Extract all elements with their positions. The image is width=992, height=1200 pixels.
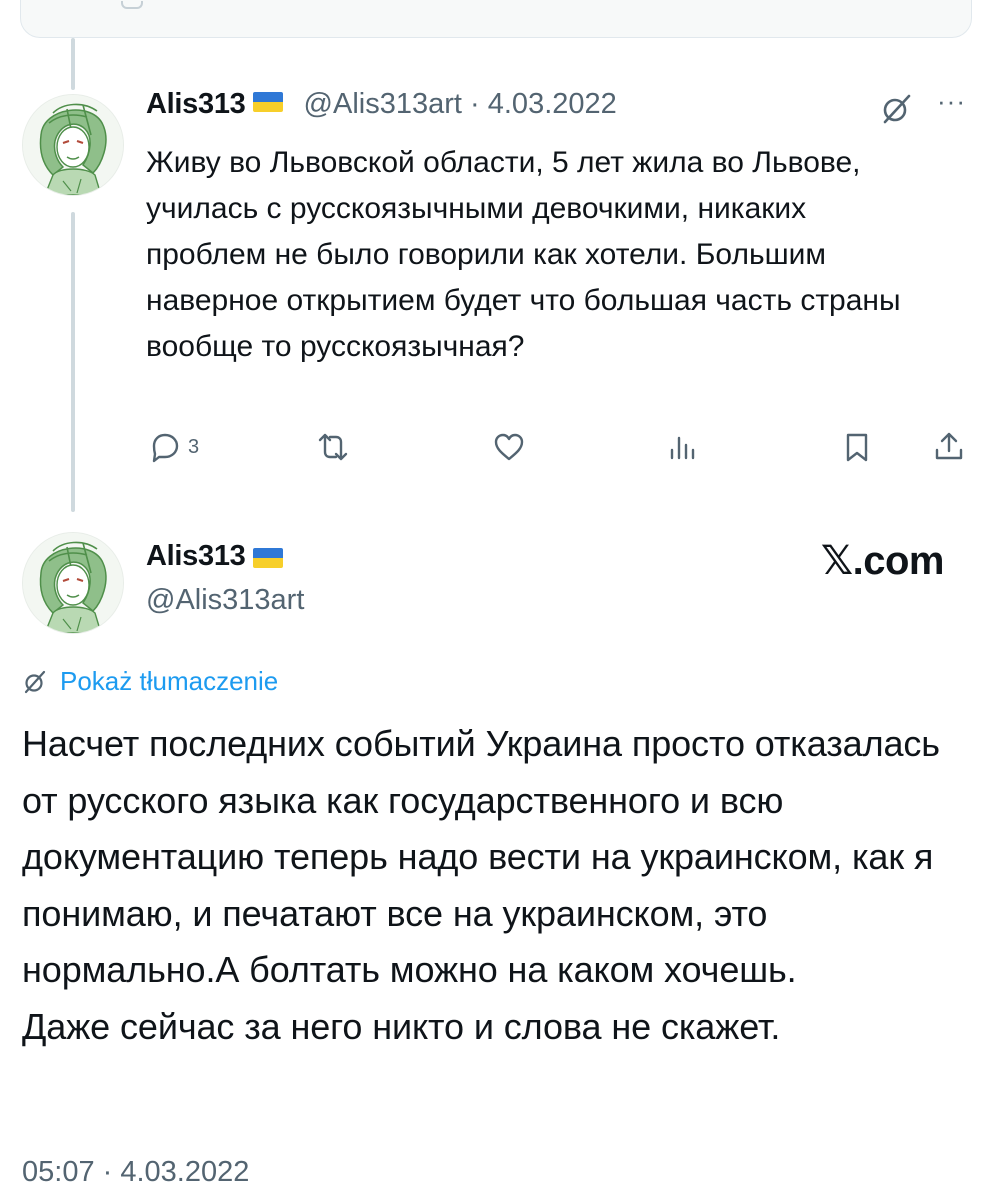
views-icon: [670, 436, 695, 460]
previous-tweet-card[interactable]: [20, 0, 972, 38]
reply-icon: [152, 433, 179, 463]
avatar-illustration: [23, 533, 123, 633]
thread-line: [71, 212, 75, 512]
bookmark-icon: [846, 433, 868, 462]
main-tweet-paragraph: Даже сейчас за него никто и слова не ска…: [22, 1005, 781, 1047]
more-icon[interactable]: ···: [937, 86, 966, 117]
reply-count: 3: [188, 435, 200, 458]
header-actions: ···: [879, 86, 966, 126]
main-tweet-paragraph: Насчет последних событий Украина просто …: [22, 723, 940, 990]
display-name[interactable]: Alis313: [146, 540, 246, 572]
avatar[interactable]: [22, 94, 124, 196]
tweet-timestamp[interactable]: 05:07 · 4.03.2022: [22, 1156, 249, 1189]
separator-dot: ·: [470, 88, 480, 120]
ukraine-flag-icon: [253, 92, 284, 113]
action-bar: 3: [146, 430, 976, 474]
like-icon: [494, 433, 524, 461]
share-icon: [935, 432, 963, 460]
translate-icon: [24, 670, 46, 693]
user-handle[interactable]: @Alis313art: [146, 584, 304, 617]
views-button[interactable]: [666, 430, 700, 464]
share-button[interactable]: [932, 430, 966, 464]
user-handle[interactable]: @Alis313art: [304, 88, 462, 120]
translate-label: Pokaż tłumaczenie: [60, 666, 279, 696]
avatar-illustration: [23, 95, 123, 195]
bookmark-button[interactable]: [840, 430, 874, 464]
display-name[interactable]: Alis313: [146, 88, 246, 120]
grok-icon[interactable]: [879, 92, 913, 126]
reply-button[interactable]: 3: [148, 430, 199, 464]
ukraine-flag-icon: [253, 547, 284, 568]
main-tweet-text: Насчет последних событий Украина просто …: [22, 716, 972, 1055]
tweet-date[interactable]: 4.03.2022: [488, 88, 617, 120]
thread-line: [71, 38, 75, 90]
avatar[interactable]: [22, 532, 124, 634]
reply-header: Alis313 @Alis313art · 4.03.2022: [146, 88, 617, 121]
retweet-button[interactable]: [316, 430, 350, 464]
main-author: Alis313: [146, 540, 284, 573]
reply-text: Живу во Львовской области, 5 лет жила во…: [146, 146, 901, 363]
translate-button[interactable]: Pokaż tłumaczenie: [22, 666, 278, 697]
source-label: 𝕏.com: [820, 539, 945, 583]
like-button[interactable]: [492, 430, 526, 464]
retweet-icon: [318, 433, 348, 461]
cropped-icon: [121, 1, 143, 9]
